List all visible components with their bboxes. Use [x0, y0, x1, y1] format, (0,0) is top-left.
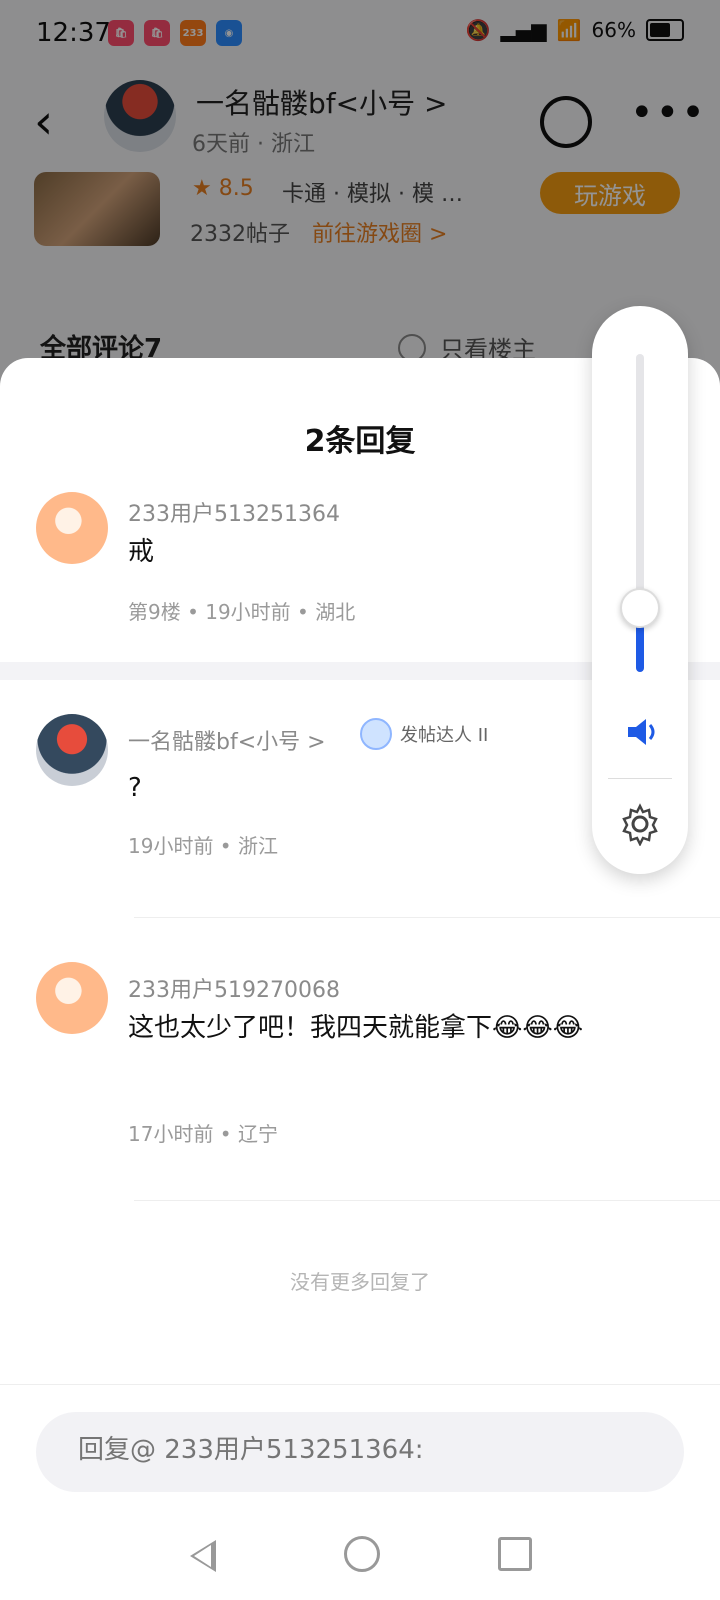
- navigation-bar: [0, 1520, 720, 1600]
- divider-line: [0, 1384, 720, 1385]
- user-avatar[interactable]: [36, 492, 108, 564]
- divider-line: [134, 917, 720, 918]
- badge-icon: [360, 718, 392, 750]
- user-avatar[interactable]: [36, 714, 108, 786]
- reply-text: 这也太少了吧！我四天就能拿下😂😂😂: [128, 1013, 584, 1043]
- reply-meta: 第9楼 • 19小时前 • 湖北: [128, 600, 356, 624]
- nav-back-icon[interactable]: [190, 1540, 216, 1572]
- reply-username[interactable]: 一名骷髅bf<小号 >: [128, 724, 326, 756]
- volume-panel: [592, 306, 688, 874]
- nav-recent-apps-icon[interactable]: [498, 1537, 532, 1571]
- divider-line: [134, 1200, 720, 1201]
- reply-input[interactable]: [76, 1434, 640, 1466]
- reply-meta: 17小时前 • 辽宁: [128, 1122, 278, 1146]
- no-more-replies: 没有更多回复了: [290, 1270, 430, 1294]
- gear-icon[interactable]: [618, 802, 662, 846]
- volume-divider: [608, 778, 672, 779]
- reply-text: ?: [128, 773, 142, 803]
- user-avatar[interactable]: [36, 962, 108, 1034]
- speaker-icon[interactable]: [622, 712, 662, 752]
- badge-label: 发帖达人 II: [400, 725, 489, 746]
- user-badge: 发帖达人 II: [360, 718, 488, 750]
- reply-text: 戒: [128, 537, 155, 567]
- nav-home-icon[interactable]: [344, 1536, 380, 1572]
- reply-item[interactable]: 233用户519270068 这也太少了吧！我四天就能拿下😂😂😂 17小时前 •…: [0, 962, 720, 1162]
- volume-slider-knob[interactable]: [620, 588, 660, 628]
- reply-username[interactable]: 233用户519270068: [128, 972, 340, 1004]
- reply-input-bar[interactable]: [36, 1412, 684, 1492]
- reply-username[interactable]: 233用户513251364: [128, 496, 340, 528]
- reply-meta: 19小时前 • 浙江: [128, 834, 278, 858]
